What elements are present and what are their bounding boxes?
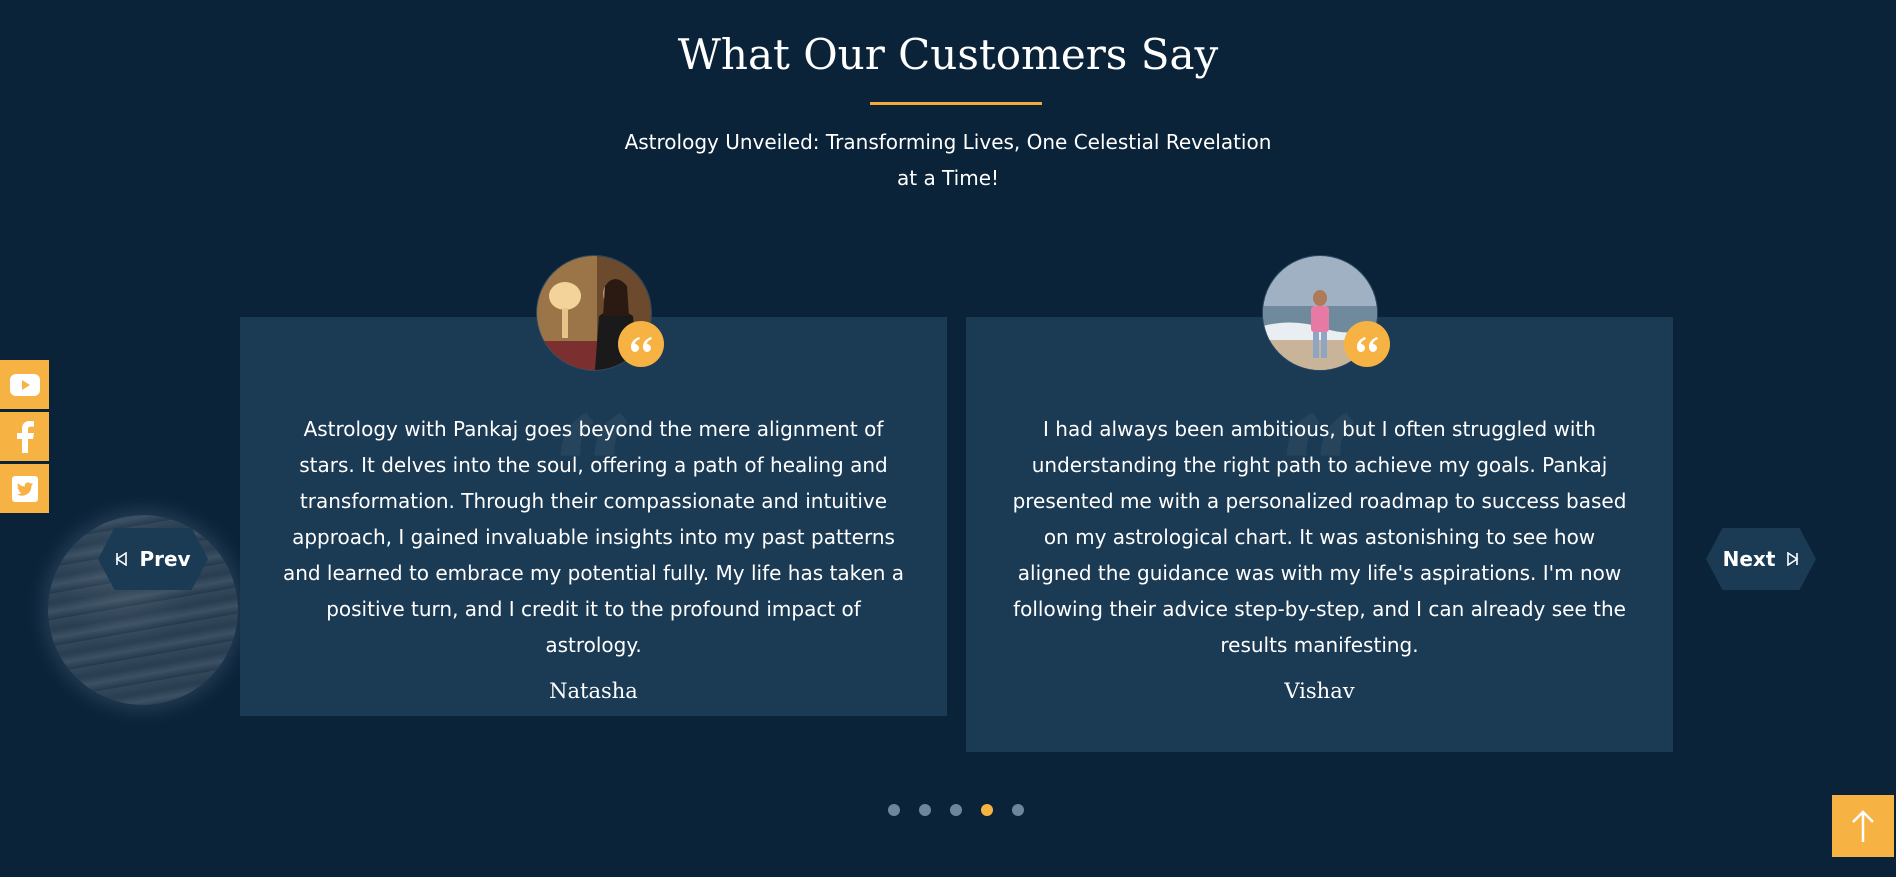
testimonial-text: Astrology with Pankaj goes beyond the me… bbox=[282, 417, 905, 657]
quote-icon bbox=[1357, 337, 1378, 352]
quote-badge bbox=[1344, 321, 1390, 367]
chevron-left-icon bbox=[115, 552, 128, 566]
testimonials-section: What Our Customers Say Astrology Unveile… bbox=[0, 0, 1896, 877]
title-underline bbox=[870, 102, 1042, 105]
arrow-up-icon bbox=[1852, 810, 1874, 842]
facebook-icon bbox=[16, 420, 34, 453]
pagination-dot[interactable] bbox=[1012, 804, 1024, 816]
carousel-pagination bbox=[888, 804, 1024, 816]
testimonial-card: “ Astrology with Pankaj goes beyond the … bbox=[240, 255, 947, 716]
pagination-dot-active[interactable] bbox=[981, 804, 993, 816]
quote-badge bbox=[618, 321, 664, 367]
section-title: What Our Customers Say bbox=[677, 30, 1219, 79]
facebook-button[interactable] bbox=[0, 412, 49, 461]
testimonial-card: “ I had always been ambitious, but I oft… bbox=[966, 255, 1673, 752]
pagination-dot[interactable] bbox=[950, 804, 962, 816]
prev-label: Prev bbox=[139, 547, 191, 571]
quote-icon bbox=[631, 337, 652, 352]
testimonial-author: Vishav bbox=[1284, 679, 1355, 703]
back-to-top-button[interactable] bbox=[1832, 795, 1894, 857]
chevron-right-icon bbox=[1787, 552, 1799, 566]
next-button[interactable]: Next bbox=[1706, 528, 1816, 590]
social-bar bbox=[0, 360, 49, 516]
section-subtitle: Astrology Unveiled: Transforming Lives, … bbox=[624, 130, 1272, 190]
prev-button[interactable]: Prev bbox=[98, 528, 208, 590]
testimonial-author: Natasha bbox=[549, 679, 638, 703]
avatar-wrapper bbox=[536, 255, 664, 371]
avatar-wrapper bbox=[1262, 255, 1390, 371]
next-label: Next bbox=[1722, 547, 1776, 571]
pagination-dot[interactable] bbox=[919, 804, 931, 816]
twitter-button[interactable] bbox=[0, 464, 49, 513]
youtube-button[interactable] bbox=[0, 360, 49, 409]
twitter-icon bbox=[11, 475, 38, 502]
pagination-dot[interactable] bbox=[888, 804, 900, 816]
youtube-icon bbox=[9, 373, 40, 396]
testimonial-text: I had always been ambitious, but I often… bbox=[1012, 417, 1627, 657]
